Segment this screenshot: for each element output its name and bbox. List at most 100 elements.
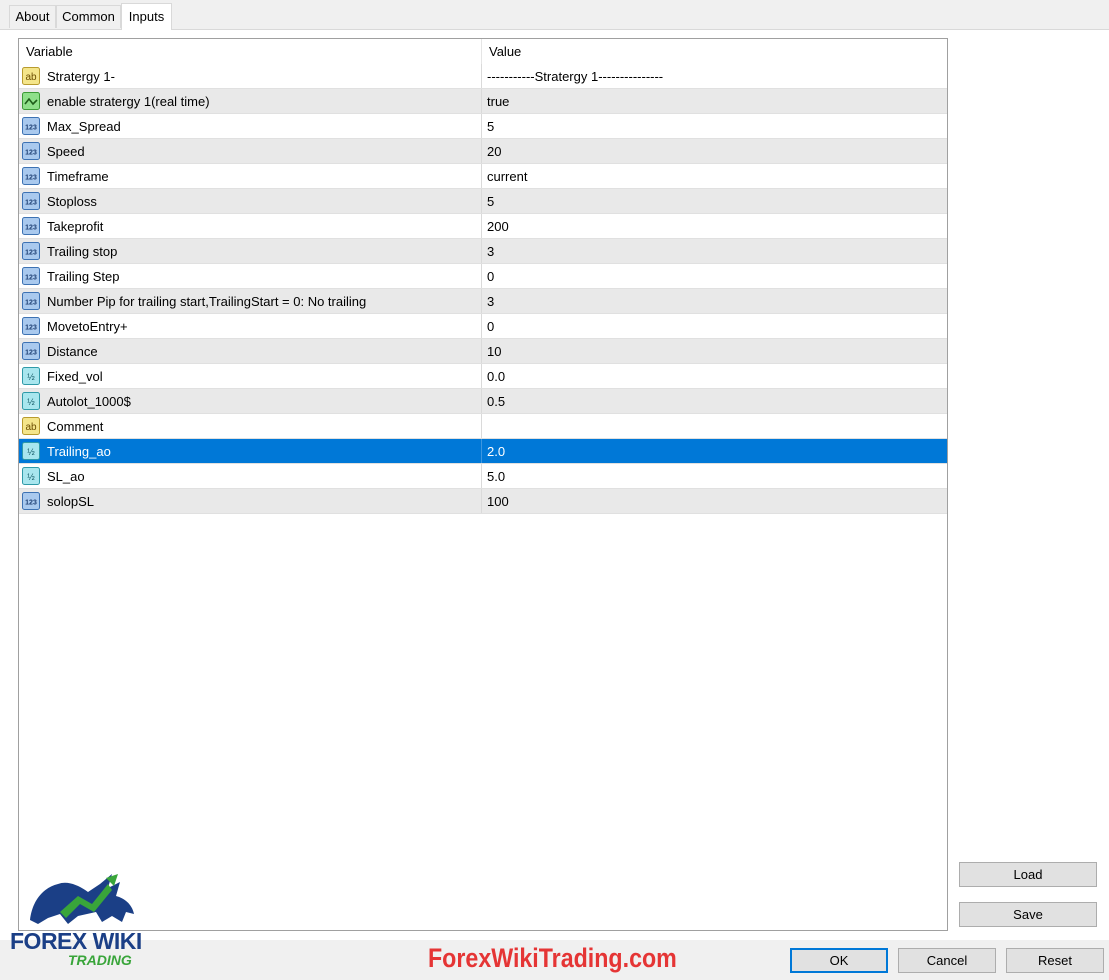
variable-value[interactable]: 0.5 xyxy=(487,389,505,413)
variable-value[interactable]: 0.0 xyxy=(487,364,505,388)
variable-value[interactable]: 200 xyxy=(487,214,509,238)
svg-text:123: 123 xyxy=(25,150,37,157)
column-header-variable[interactable]: Variable xyxy=(19,39,481,64)
load-button[interactable]: Load xyxy=(959,862,1097,887)
cell-divider xyxy=(481,414,482,438)
variable-name: Timeframe xyxy=(47,169,109,184)
variable-value[interactable]: 5 xyxy=(487,114,494,138)
cell-divider xyxy=(481,464,482,488)
svg-text:123: 123 xyxy=(25,200,37,207)
variable-value[interactable]: 3 xyxy=(487,239,494,263)
variable-name: Trailing_ao xyxy=(47,444,111,459)
integer-123-icon: 123 xyxy=(22,267,40,285)
cell-divider xyxy=(481,489,482,513)
variable-name: SL_ao xyxy=(47,469,85,484)
integer-123-icon: 123 xyxy=(22,292,40,310)
bool-toggle-icon xyxy=(22,92,40,110)
table-row[interactable]: 123 Speed 20 xyxy=(19,139,947,164)
cell-divider xyxy=(481,214,482,238)
variable-name: Trailing Step xyxy=(47,269,120,284)
table-row[interactable]: 123 Max_Spread 5 xyxy=(19,114,947,139)
table-row[interactable]: 123 MovetoEntry+ 0 xyxy=(19,314,947,339)
save-button[interactable]: Save xyxy=(959,902,1097,927)
svg-text:½: ½ xyxy=(27,447,35,457)
double-half-icon: ½ xyxy=(22,367,40,385)
table-row[interactable]: 123 Takeprofit 200 xyxy=(19,214,947,239)
integer-123-icon: 123 xyxy=(22,117,40,135)
integer-123-icon: 123 xyxy=(22,192,40,210)
table-row[interactable]: ab Stratergy 1- -----------Stratergy 1----… xyxy=(19,64,947,89)
variable-value[interactable]: 100 xyxy=(487,489,509,513)
double-half-icon: ½ xyxy=(22,467,40,485)
table-row[interactable]: ½ Autolot_1000$ 0.5 xyxy=(19,389,947,414)
variable-name: Takeprofit xyxy=(47,219,104,234)
table-row[interactable]: ½ Trailing_ao 2.0 xyxy=(19,439,947,464)
integer-123-icon: 123 xyxy=(22,242,40,260)
variable-name: Max_Spread xyxy=(47,119,121,134)
variable-value[interactable]: 10 xyxy=(487,339,501,363)
svg-text:123: 123 xyxy=(25,500,37,507)
cell-divider xyxy=(481,314,482,338)
integer-123-icon: 123 xyxy=(22,492,40,510)
variable-name: Trailing stop xyxy=(47,244,118,259)
cell-divider xyxy=(481,239,482,263)
cell-divider xyxy=(481,114,482,138)
cell-divider xyxy=(481,64,482,88)
grid-header: Variable Value xyxy=(19,39,947,64)
cell-divider xyxy=(481,139,482,163)
svg-text:123: 123 xyxy=(25,125,37,132)
cell-divider xyxy=(481,439,482,463)
variable-name: Speed xyxy=(47,144,85,159)
variable-name: enable stratergy 1(real time) xyxy=(47,94,210,109)
svg-text:½: ½ xyxy=(27,472,35,482)
variable-value[interactable]: -----------Stratergy 1--------------- xyxy=(487,64,663,88)
tab-inputs[interactable]: Inputs xyxy=(121,3,172,30)
integer-123-icon: 123 xyxy=(22,167,40,185)
svg-text:123: 123 xyxy=(25,250,37,257)
variable-value[interactable]: 0 xyxy=(487,264,494,288)
table-row[interactable]: ½ Fixed_vol 0.0 xyxy=(19,364,947,389)
integer-123-icon: 123 xyxy=(22,142,40,160)
table-row[interactable]: 123 Trailing stop 3 xyxy=(19,239,947,264)
table-row[interactable]: enable stratergy 1(real time) true xyxy=(19,89,947,114)
table-row[interactable]: 123 Number Pip for trailing start,Trailin… xyxy=(19,289,947,314)
tab-common[interactable]: Common xyxy=(56,5,121,28)
cancel-button[interactable]: Cancel xyxy=(898,948,996,973)
cell-divider xyxy=(481,364,482,388)
table-row[interactable]: ab Comment xyxy=(19,414,947,439)
bull-bear-logo-icon xyxy=(30,874,134,924)
variable-value[interactable]: 5.0 xyxy=(487,464,505,488)
cell-divider xyxy=(481,89,482,113)
table-row[interactable]: 123 Distance 10 xyxy=(19,339,947,364)
svg-text:½: ½ xyxy=(27,372,35,382)
table-row[interactable]: 123 solopSL 100 xyxy=(19,489,947,514)
table-row[interactable]: 123 Stoploss 5 xyxy=(19,189,947,214)
variable-value[interactable]: 20 xyxy=(487,139,501,163)
variable-value[interactable]: true xyxy=(487,89,509,113)
table-row[interactable]: 123 Trailing Step 0 xyxy=(19,264,947,289)
forex-wiki-logo: FOREX WIKI TRADING xyxy=(8,862,158,972)
table-row[interactable]: ½ SL_ao 5.0 xyxy=(19,464,947,489)
variable-value[interactable]: 5 xyxy=(487,189,494,213)
table-row[interactable]: 123 Timeframe current xyxy=(19,164,947,189)
inputs-grid: Variable Value ab Stratergy 1- -----------… xyxy=(18,38,948,931)
svg-text:123: 123 xyxy=(25,350,37,357)
cell-divider xyxy=(481,164,482,188)
reset-button[interactable]: Reset xyxy=(1006,948,1104,973)
ok-button[interactable]: OK xyxy=(790,948,888,973)
variable-value[interactable]: 3 xyxy=(487,289,494,313)
tab-about[interactable]: About xyxy=(9,5,56,28)
variable-value[interactable]: current xyxy=(487,164,527,188)
variable-value[interactable]: 2.0 xyxy=(487,439,505,463)
double-half-icon: ½ xyxy=(22,442,40,460)
variable-name: Stratergy 1- xyxy=(47,69,115,84)
logo-text: FOREX WIKI xyxy=(10,928,142,954)
variable-name: solopSL xyxy=(47,494,94,509)
svg-text:½: ½ xyxy=(27,397,35,407)
cell-divider xyxy=(481,289,482,313)
variable-name: Autolot_1000$ xyxy=(47,394,131,409)
column-header-value[interactable]: Value xyxy=(482,39,945,64)
variable-name: Fixed_vol xyxy=(47,369,103,384)
cell-divider xyxy=(481,389,482,413)
variable-value[interactable]: 0 xyxy=(487,314,494,338)
